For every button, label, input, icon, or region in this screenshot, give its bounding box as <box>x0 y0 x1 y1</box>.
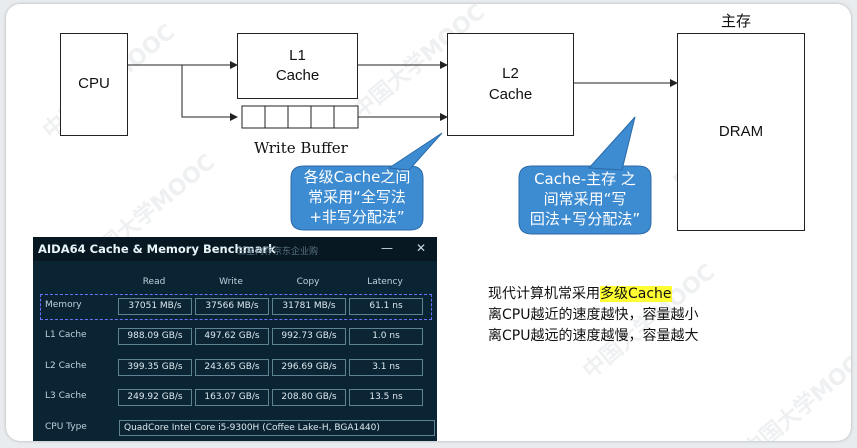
memory-latency: 61.1 ns <box>349 298 423 315</box>
col-header-write: Write <box>219 277 243 287</box>
row-label-l1: L1 Cache <box>45 330 87 340</box>
note-line-1: 现代计算机常采用多级Cache <box>488 284 698 305</box>
bubble-left-pointer <box>387 132 443 171</box>
memory-write: 37566 MB/s <box>195 298 269 315</box>
col-header-copy: Copy <box>296 277 320 287</box>
l3-read: 249.92 GB/s <box>118 389 192 406</box>
main-memory-label: 主存 <box>721 12 752 30</box>
l2-cache-box: L2 Cache <box>447 33 574 136</box>
l1-cache-box: L1 Cache <box>237 33 358 99</box>
note-line-2: 离CPU越近的速度越快，容量越小 <box>488 307 699 323</box>
l3-write: 163.07 GB/s <box>195 389 269 406</box>
l2-read: 399.35 GB/s <box>118 359 192 376</box>
row-label-memory: Memory <box>45 300 82 310</box>
memory-copy: 31781 MB/s <box>272 298 346 315</box>
note-line-1-prefix: 现代计算机常采用 <box>488 286 600 302</box>
bubble-right-pointer <box>587 116 636 171</box>
minimize-icon[interactable]: — <box>381 241 393 255</box>
note-block: 现代计算机常采用多级Cache 离CPU越近的速度越快，容量越小 离CPU越远的… <box>488 284 698 347</box>
l2-write: 243.65 GB/s <box>195 359 269 376</box>
l3-copy: 208.80 GB/s <box>272 389 346 406</box>
slide: 中国大学MOOC 中国大学MOOC 中国大学MOOC 中国大学MOOC 中国大学… <box>6 4 851 441</box>
col-header-latency: Latency <box>367 277 403 287</box>
close-icon[interactable]: ✕ <box>416 241 426 255</box>
memory-read: 37051 MB/s <box>118 298 192 315</box>
row-label-l3: L3 Cache <box>45 391 87 401</box>
l2-latency: 3.1 ns <box>349 359 423 376</box>
cpu-box: CPU <box>60 33 128 136</box>
aida-subtitle: 三星内存京东企业购 <box>237 247 319 257</box>
note-line-3: 离CPU越远的速度越慢，容量越大 <box>488 328 699 344</box>
write-buffer-cells <box>241 105 359 129</box>
l1-write: 497.62 GB/s <box>195 328 269 345</box>
l3-latency: 13.5 ns <box>349 389 423 406</box>
bubble-right-text: Cache-主存 之 间常采用“写 回法+写分配法” <box>529 170 641 228</box>
l1-read: 988.09 GB/s <box>118 328 192 345</box>
dram-box: DRAM <box>677 33 805 231</box>
cpu-type-label: CPU Type <box>45 422 87 432</box>
aida64-window: AIDA64 Cache & Memory Benchmark 三星内存京东企业… <box>33 237 437 441</box>
aida-titlebar: AIDA64 Cache & Memory Benchmark 三星内存京东企业… <box>33 237 437 261</box>
row-label-l2: L2 Cache <box>45 361 87 371</box>
note-highlight: 多级Cache <box>600 286 672 302</box>
l2-copy: 296.69 GB/s <box>272 359 346 376</box>
l1-copy: 992.73 GB/s <box>272 328 346 345</box>
l1-latency: 1.0 ns <box>349 328 423 345</box>
bubble-left-text: 各级Cache之间 常采用“全写法 +非写分配法” <box>303 168 411 226</box>
write-buffer-label: Write Buffer <box>254 139 348 157</box>
cpu-type-value: QuadCore Intel Core i5-9300H (Coffee Lak… <box>119 420 435 436</box>
col-header-read: Read <box>142 277 166 287</box>
